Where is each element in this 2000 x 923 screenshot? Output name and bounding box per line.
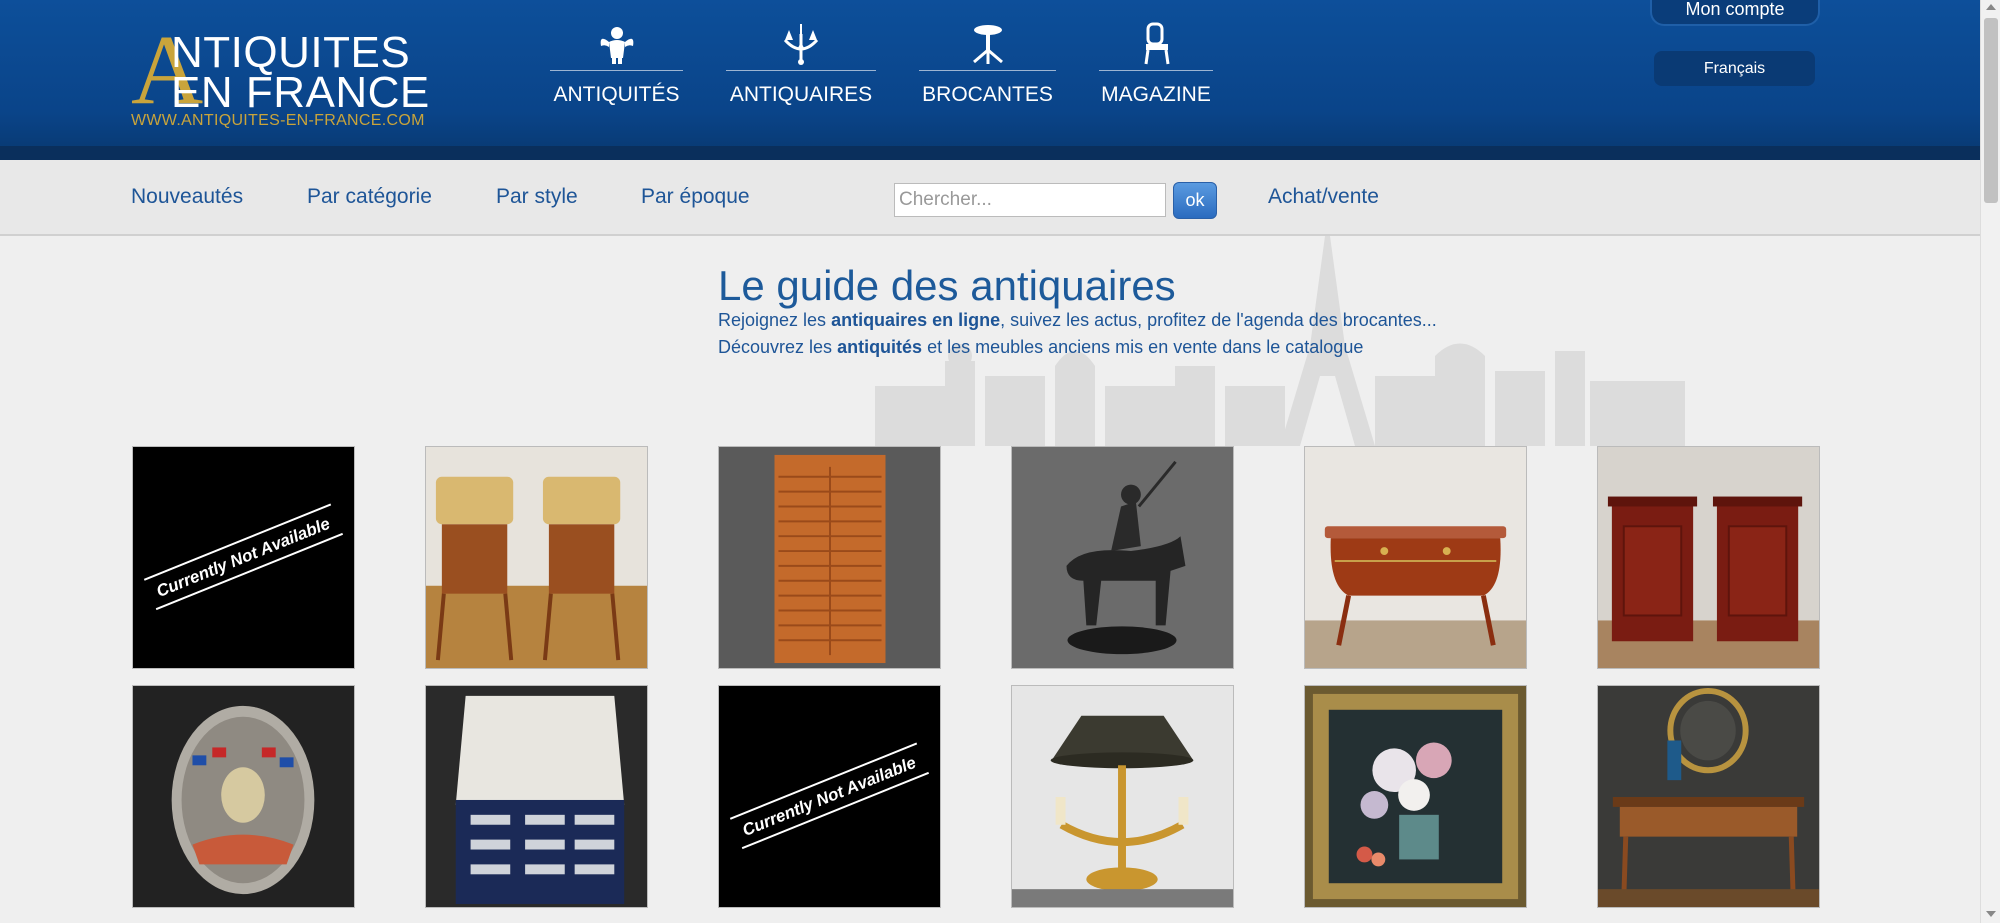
site-logo[interactable]: A NTIQUITES EN FRANCE WWW.ANTIQUITES-EN-… [131, 20, 441, 131]
hero-line-1-pre: Rejoignez les [718, 310, 832, 330]
product-thumb-cabinets[interactable] [1597, 446, 1820, 669]
cutlery-case-image [426, 686, 647, 907]
product-thumb-commode[interactable] [1304, 446, 1527, 669]
flower-painting-image [1305, 686, 1526, 907]
site-header: A NTIQUITES EN FRANCE WWW.ANTIQUITES-EN-… [0, 0, 1980, 160]
product-thumb-unavailable[interactable]: Currently Not Available [132, 446, 355, 669]
nav-divider [550, 70, 683, 71]
product-thumb-lamp[interactable] [1011, 685, 1234, 908]
product-thumb-tambour[interactable] [718, 446, 941, 669]
mahogany-cabinets-image [1598, 447, 1819, 668]
hero-link-antiquites[interactable]: antiquités [837, 337, 922, 357]
rally-plaque-image [133, 686, 354, 907]
subnav-par-style[interactable]: Par style [496, 185, 578, 209]
product-thumb-nightstands[interactable] [425, 446, 648, 669]
product-thumb-unavailable[interactable]: Currently Not Available [718, 685, 941, 908]
hero-line-2: Découvrez les antiquités et les meubles … [718, 337, 1363, 358]
product-thumb-cutlery[interactable] [425, 685, 648, 908]
logo-line-2: EN FRANCE [171, 68, 430, 117]
product-thumb-plaque[interactable] [132, 685, 355, 908]
chair-icon [1144, 22, 1170, 65]
unavailable-image: Currently Not Available [719, 686, 940, 907]
logo-url: WWW.ANTIQUITES-EN-FRANCE.COM [131, 112, 425, 129]
cherub-icon [600, 27, 633, 64]
product-thumb-bronze[interactable] [1011, 446, 1234, 669]
hero-line-2-post: et les meubles anciens mis en vente dans… [922, 337, 1364, 357]
subnav-achat-vente[interactable]: Achat/vente [1268, 185, 1379, 209]
scroll-down-arrow-icon[interactable] [1986, 911, 1996, 917]
scroll-up-arrow-icon[interactable] [1986, 4, 1996, 10]
bronze-horseman-image [1012, 447, 1233, 668]
hero-line-1-post: , suivez les actus, profitez de l'agenda… [1000, 310, 1437, 330]
nav-magazine[interactable]: MAGAZINE [1099, 22, 1213, 107]
scroll-thumb[interactable] [1984, 18, 1998, 203]
language-selector[interactable]: Français [1654, 51, 1815, 86]
subnav-nouveautes[interactable]: Nouveautés [131, 185, 243, 209]
nav-label: ANTIQUAIRES [729, 83, 873, 106]
louis-xv-commode-image [1305, 447, 1526, 668]
chandelier-icon [783, 24, 819, 65]
nav-label: ANTIQUITÉS [553, 83, 680, 106]
pedestal-table-icon [972, 25, 1003, 64]
subnav-par-categorie[interactable]: Par catégorie [307, 185, 432, 209]
hero-line-1: Rejoignez les antiquaires en ligne, suiv… [718, 310, 1437, 331]
main-nav: ANTIQUITÉS ANTIQUAIRES BROCANTES MAGAZIN… [550, 22, 1256, 107]
page-scrollbar[interactable] [1980, 0, 2000, 923]
unavailable-image: Currently Not Available [133, 447, 354, 668]
subnav-par-epoque[interactable]: Par époque [641, 185, 750, 209]
page-title: Le guide des antiquaires [718, 262, 1176, 309]
tambour-cabinet-image [719, 447, 940, 668]
product-thumb-desk[interactable] [1597, 685, 1820, 908]
bouillotte-lamp-image [1012, 686, 1233, 907]
nav-divider [726, 70, 876, 71]
nightstands-image [426, 447, 647, 668]
hero-link-antiquaires[interactable]: antiquaires en ligne [831, 310, 1000, 330]
nav-antiquaires[interactable]: ANTIQUAIRES [726, 22, 876, 107]
account-button[interactable]: Mon compte [1650, 0, 1820, 26]
nav-antiquites[interactable]: ANTIQUITÉS [550, 22, 683, 107]
nav-label: BROCANTES [922, 83, 1053, 106]
header-stripe [0, 146, 1980, 160]
search-input[interactable] [894, 183, 1166, 217]
nav-divider [1099, 70, 1213, 71]
hero-line-2-pre: Découvrez les [718, 337, 838, 357]
writing-desk-image [1598, 686, 1819, 907]
search-ok-button[interactable]: ok [1173, 182, 1217, 219]
product-thumb-painting[interactable] [1304, 685, 1527, 908]
nav-divider [919, 70, 1056, 71]
nav-label: MAGAZINE [1101, 83, 1211, 106]
nav-brocantes[interactable]: BROCANTES [919, 22, 1056, 107]
